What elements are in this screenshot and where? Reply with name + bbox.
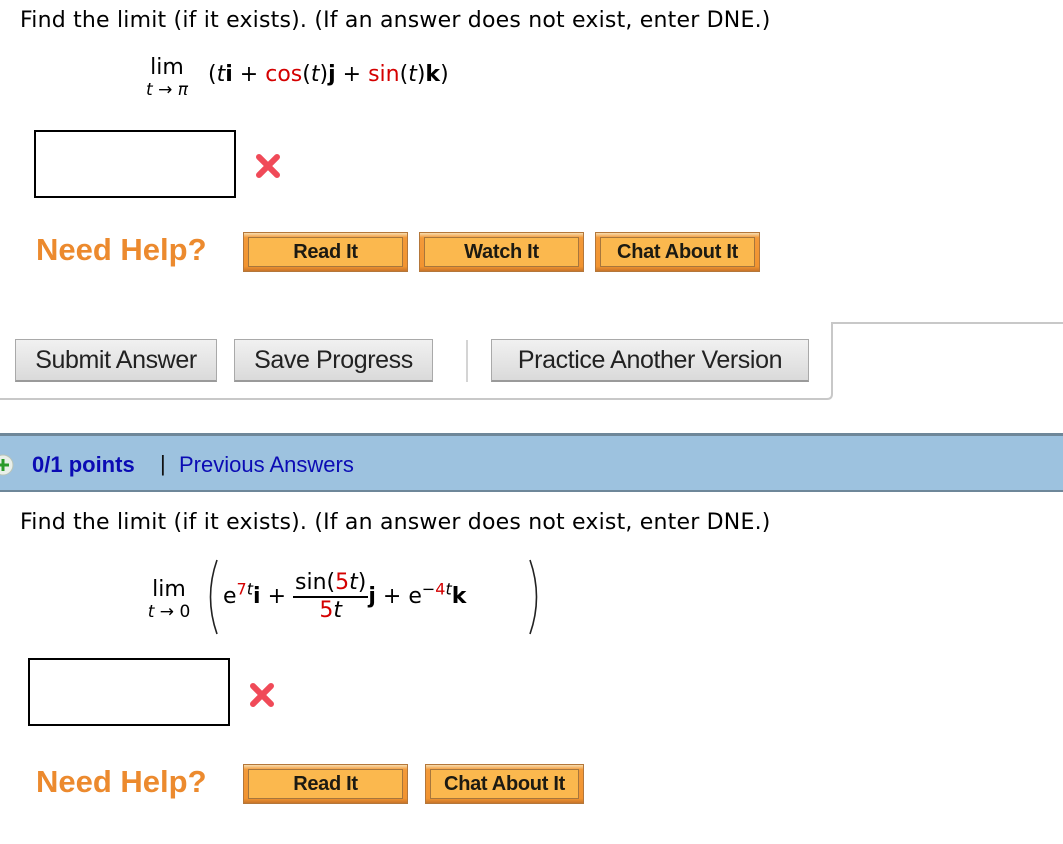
x-mark-icon — [250, 683, 274, 707]
read-it-button[interactable]: Read It — [243, 232, 408, 272]
limit-body: e7ti + sin(5t) 5t j + e−4tk — [223, 570, 467, 623]
right-paren — [529, 559, 538, 635]
action-divider — [466, 340, 468, 382]
limit-operator: lim t → 0 — [147, 577, 191, 623]
question-2-need-help-label: Need Help? — [36, 764, 207, 799]
question-2-answer-input[interactable] — [28, 658, 230, 726]
x-mark-icon — [256, 154, 280, 178]
question-1-prompt: Find the limit (if it exists). (If an an… — [20, 8, 771, 33]
question-2-score-bar: 0/1 points | Previous Answers — [0, 433, 1063, 492]
question-2-prompt: Find the limit (if it exists). (If an an… — [20, 510, 771, 535]
practice-another-version-button[interactable]: Practice Another Version — [491, 339, 809, 382]
read-it-button[interactable]: Read It — [243, 764, 408, 804]
submit-answer-button[interactable]: Submit Answer — [15, 339, 217, 382]
chat-about-it-button[interactable]: Chat About It — [425, 764, 584, 804]
plus-circle-icon[interactable] — [0, 454, 14, 476]
fraction: sin(5t) 5t — [293, 570, 369, 623]
previous-answers-link[interactable]: Previous Answers — [179, 452, 354, 478]
chat-about-it-button[interactable]: Chat About It — [595, 232, 760, 272]
left-paren — [209, 559, 218, 635]
limit-operator: lim t → π — [146, 55, 188, 101]
limit-body: (ti + cos(t)j + sin(t)k) — [208, 62, 449, 87]
save-progress-button[interactable]: Save Progress — [234, 339, 433, 382]
points-label: 0/1 points — [32, 452, 135, 477]
question-1-need-help-label: Need Help? — [36, 232, 207, 267]
separator: | — [160, 451, 166, 476]
question-1-answer-input[interactable] — [34, 130, 236, 198]
watch-it-button[interactable]: Watch It — [419, 232, 584, 272]
